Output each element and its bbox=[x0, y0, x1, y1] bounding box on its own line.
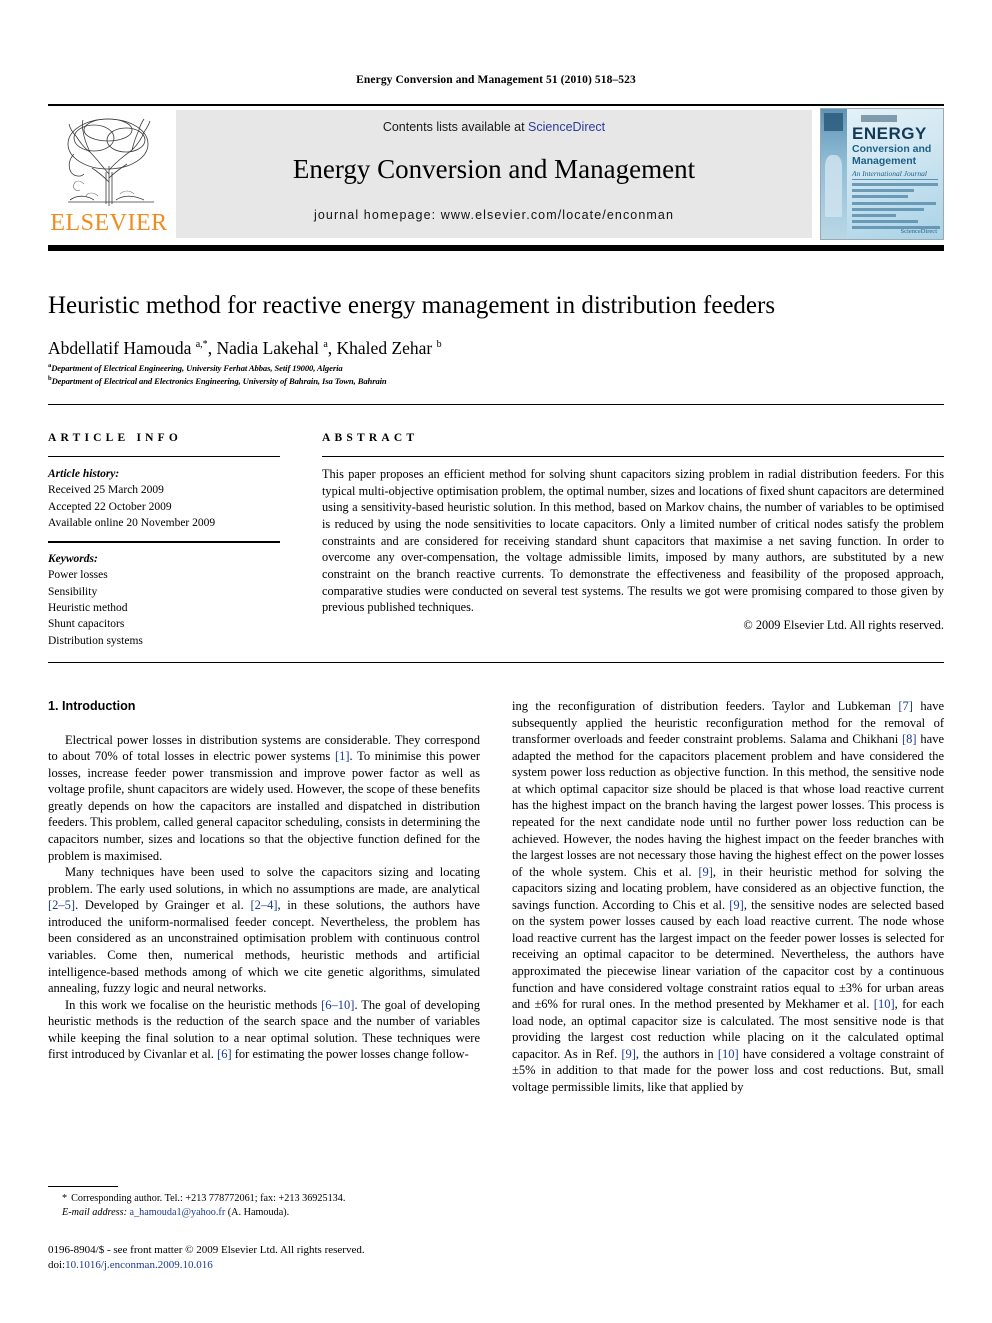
abstract-rule bbox=[322, 456, 944, 457]
abstract-copyright: © 2009 Elsevier Ltd. All rights reserved… bbox=[743, 617, 944, 632]
section-heading-introduction: 1. Introduction bbox=[48, 699, 136, 713]
citation-ref[interactable]: [2–5] bbox=[48, 898, 75, 912]
header-top-rule bbox=[48, 104, 944, 106]
cover-subtitle-2: Management bbox=[852, 155, 917, 167]
cover-badge bbox=[824, 113, 843, 131]
cover-footer-mark: ScienceDirect bbox=[900, 228, 937, 235]
affiliation-b-text: Department of Electrical and Electronics… bbox=[51, 375, 387, 386]
citation-ref[interactable]: [9] bbox=[729, 898, 744, 912]
page-title: Heuristic method for reactive energy man… bbox=[48, 292, 776, 319]
paragraph: Many techniques have been used to solve … bbox=[48, 865, 480, 996]
email-suffix: (A. Hamouda). bbox=[227, 1207, 290, 1219]
keywords-label: Keywords: bbox=[48, 552, 98, 565]
doi-link[interactable]: 10.1016/j.enconman.2009.10.016 bbox=[65, 1259, 213, 1271]
header-bottom-rule bbox=[48, 245, 944, 251]
corresponding-author-text: Corresponding author. Tel.: +213 7787720… bbox=[71, 1193, 346, 1204]
footnote-rule bbox=[48, 1186, 118, 1187]
paper-page: Energy Conversion and Management 51 (201… bbox=[0, 0, 992, 1323]
doi-label: doi: bbox=[48, 1259, 66, 1272]
journal-header-band: ELSEVIER Contents lists available at Sci… bbox=[48, 108, 944, 240]
paragraph: In this work we focalise on the heuristi… bbox=[48, 997, 480, 1062]
contents-available-line: Contents lists available at ScienceDirec… bbox=[176, 120, 812, 134]
citation-ref[interactable]: [9] bbox=[621, 1047, 636, 1061]
citation-ref[interactable]: [2–4] bbox=[250, 898, 277, 912]
keyword-2: Heuristic method bbox=[48, 601, 128, 614]
email-link[interactable]: a_hamouda1@yahoo.fr bbox=[130, 1207, 226, 1218]
article-history-label: Article history: bbox=[48, 468, 120, 480]
cover-cooling-tower bbox=[825, 155, 842, 217]
keyword-1: Sensibility bbox=[48, 585, 98, 598]
citation-ref[interactable]: [9] bbox=[698, 865, 713, 879]
citation-ref[interactable]: [8] bbox=[902, 732, 917, 746]
article-history-1: Accepted 22 October 2009 bbox=[48, 500, 172, 513]
article-info-column: ARTICLE INFO Article history: Received 2… bbox=[48, 432, 280, 649]
citation-ref[interactable]: [10] bbox=[874, 997, 895, 1011]
corresponding-author-note: * Corresponding author. Tel.: +213 778772… bbox=[48, 1192, 478, 1221]
affiliation-a-text: Department of Electrical Engineering, Un… bbox=[51, 362, 343, 373]
elsevier-logo: ELSEVIER bbox=[48, 110, 168, 238]
elsevier-tree-icon bbox=[54, 114, 162, 210]
journal-homepage-link[interactable]: journal homepage: www.elsevier.com/locat… bbox=[176, 208, 812, 222]
email-label: E-mail address: bbox=[62, 1207, 127, 1219]
cover-tag bbox=[861, 115, 897, 122]
title-block-rule bbox=[48, 404, 944, 405]
imprint-block: 0196-8904/$ - see front matter © 2009 El… bbox=[48, 1243, 508, 1273]
journal-title: Energy Conversion and Management bbox=[292, 154, 696, 184]
affiliation-a: aDepartment of Electrical Engineering, U… bbox=[48, 362, 343, 373]
citation-ref[interactable]: [6] bbox=[217, 1047, 232, 1061]
body-column-right: ing the reconfiguration of distribution … bbox=[512, 698, 944, 1096]
cover-subtitle-3: An International Journal bbox=[852, 169, 927, 178]
cover-topic-list bbox=[852, 183, 940, 233]
contents-prefix: Contents lists available at bbox=[382, 120, 529, 134]
article-info-heading: ARTICLE INFO bbox=[48, 432, 183, 444]
journal-info-panel: Contents lists available at ScienceDirec… bbox=[176, 110, 812, 238]
body-column-left: 1. Introduction Electrical power losses … bbox=[48, 698, 480, 1063]
keyword-3: Shunt capacitors bbox=[48, 618, 125, 631]
elsevier-wordmark: ELSEVIER bbox=[50, 210, 168, 236]
article-history-0: Received 25 March 2009 bbox=[48, 484, 164, 497]
cover-divider bbox=[852, 179, 938, 180]
sciencedirect-link[interactable]: ScienceDirect bbox=[528, 120, 605, 134]
citation-ref[interactable]: [6–10] bbox=[321, 998, 354, 1012]
author-list: Abdellatif Hamouda a,*, Nadia Lakehal a,… bbox=[48, 338, 442, 358]
issn-line: 0196-8904/$ - see front matter © 2009 El… bbox=[48, 1244, 365, 1256]
keyword-0: Power losses bbox=[48, 569, 108, 582]
affiliation-b: bDepartment of Electrical and Electronic… bbox=[48, 375, 387, 386]
running-head: Energy Conversion and Management 51 (201… bbox=[356, 74, 636, 86]
citation-ref[interactable]: [7] bbox=[898, 699, 913, 713]
citation-ref[interactable]: [10] bbox=[718, 1047, 739, 1061]
cover-subtitle-1: Conversion and bbox=[852, 143, 932, 155]
article-history-2: Available online 20 November 2009 bbox=[48, 516, 216, 529]
article-info-rule-1 bbox=[48, 456, 280, 457]
abstract-block-rule bbox=[48, 662, 944, 664]
abstract-heading: ABSTRACT bbox=[322, 432, 419, 444]
abstract-text: This paper proposes an efficient method … bbox=[322, 467, 944, 615]
cover-title: ENERGY bbox=[852, 124, 927, 143]
abstract-column: ABSTRACT This paper proposes an efficien… bbox=[322, 432, 944, 633]
paragraph: ing the reconfiguration of distribution … bbox=[512, 699, 945, 1094]
journal-cover-thumbnail: ENERGY Conversion and Management An Inte… bbox=[820, 108, 944, 240]
paragraph: Electrical power losses in distribution … bbox=[48, 732, 480, 863]
citation-ref[interactable]: [1] bbox=[335, 749, 350, 763]
article-info-rule-2 bbox=[48, 541, 280, 543]
asterisk-icon: * bbox=[62, 1193, 68, 1204]
doi-line: doi:10.1016/j.enconman.2009.10.016 bbox=[48, 1258, 508, 1273]
keyword-4: Distribution systems bbox=[48, 634, 143, 647]
